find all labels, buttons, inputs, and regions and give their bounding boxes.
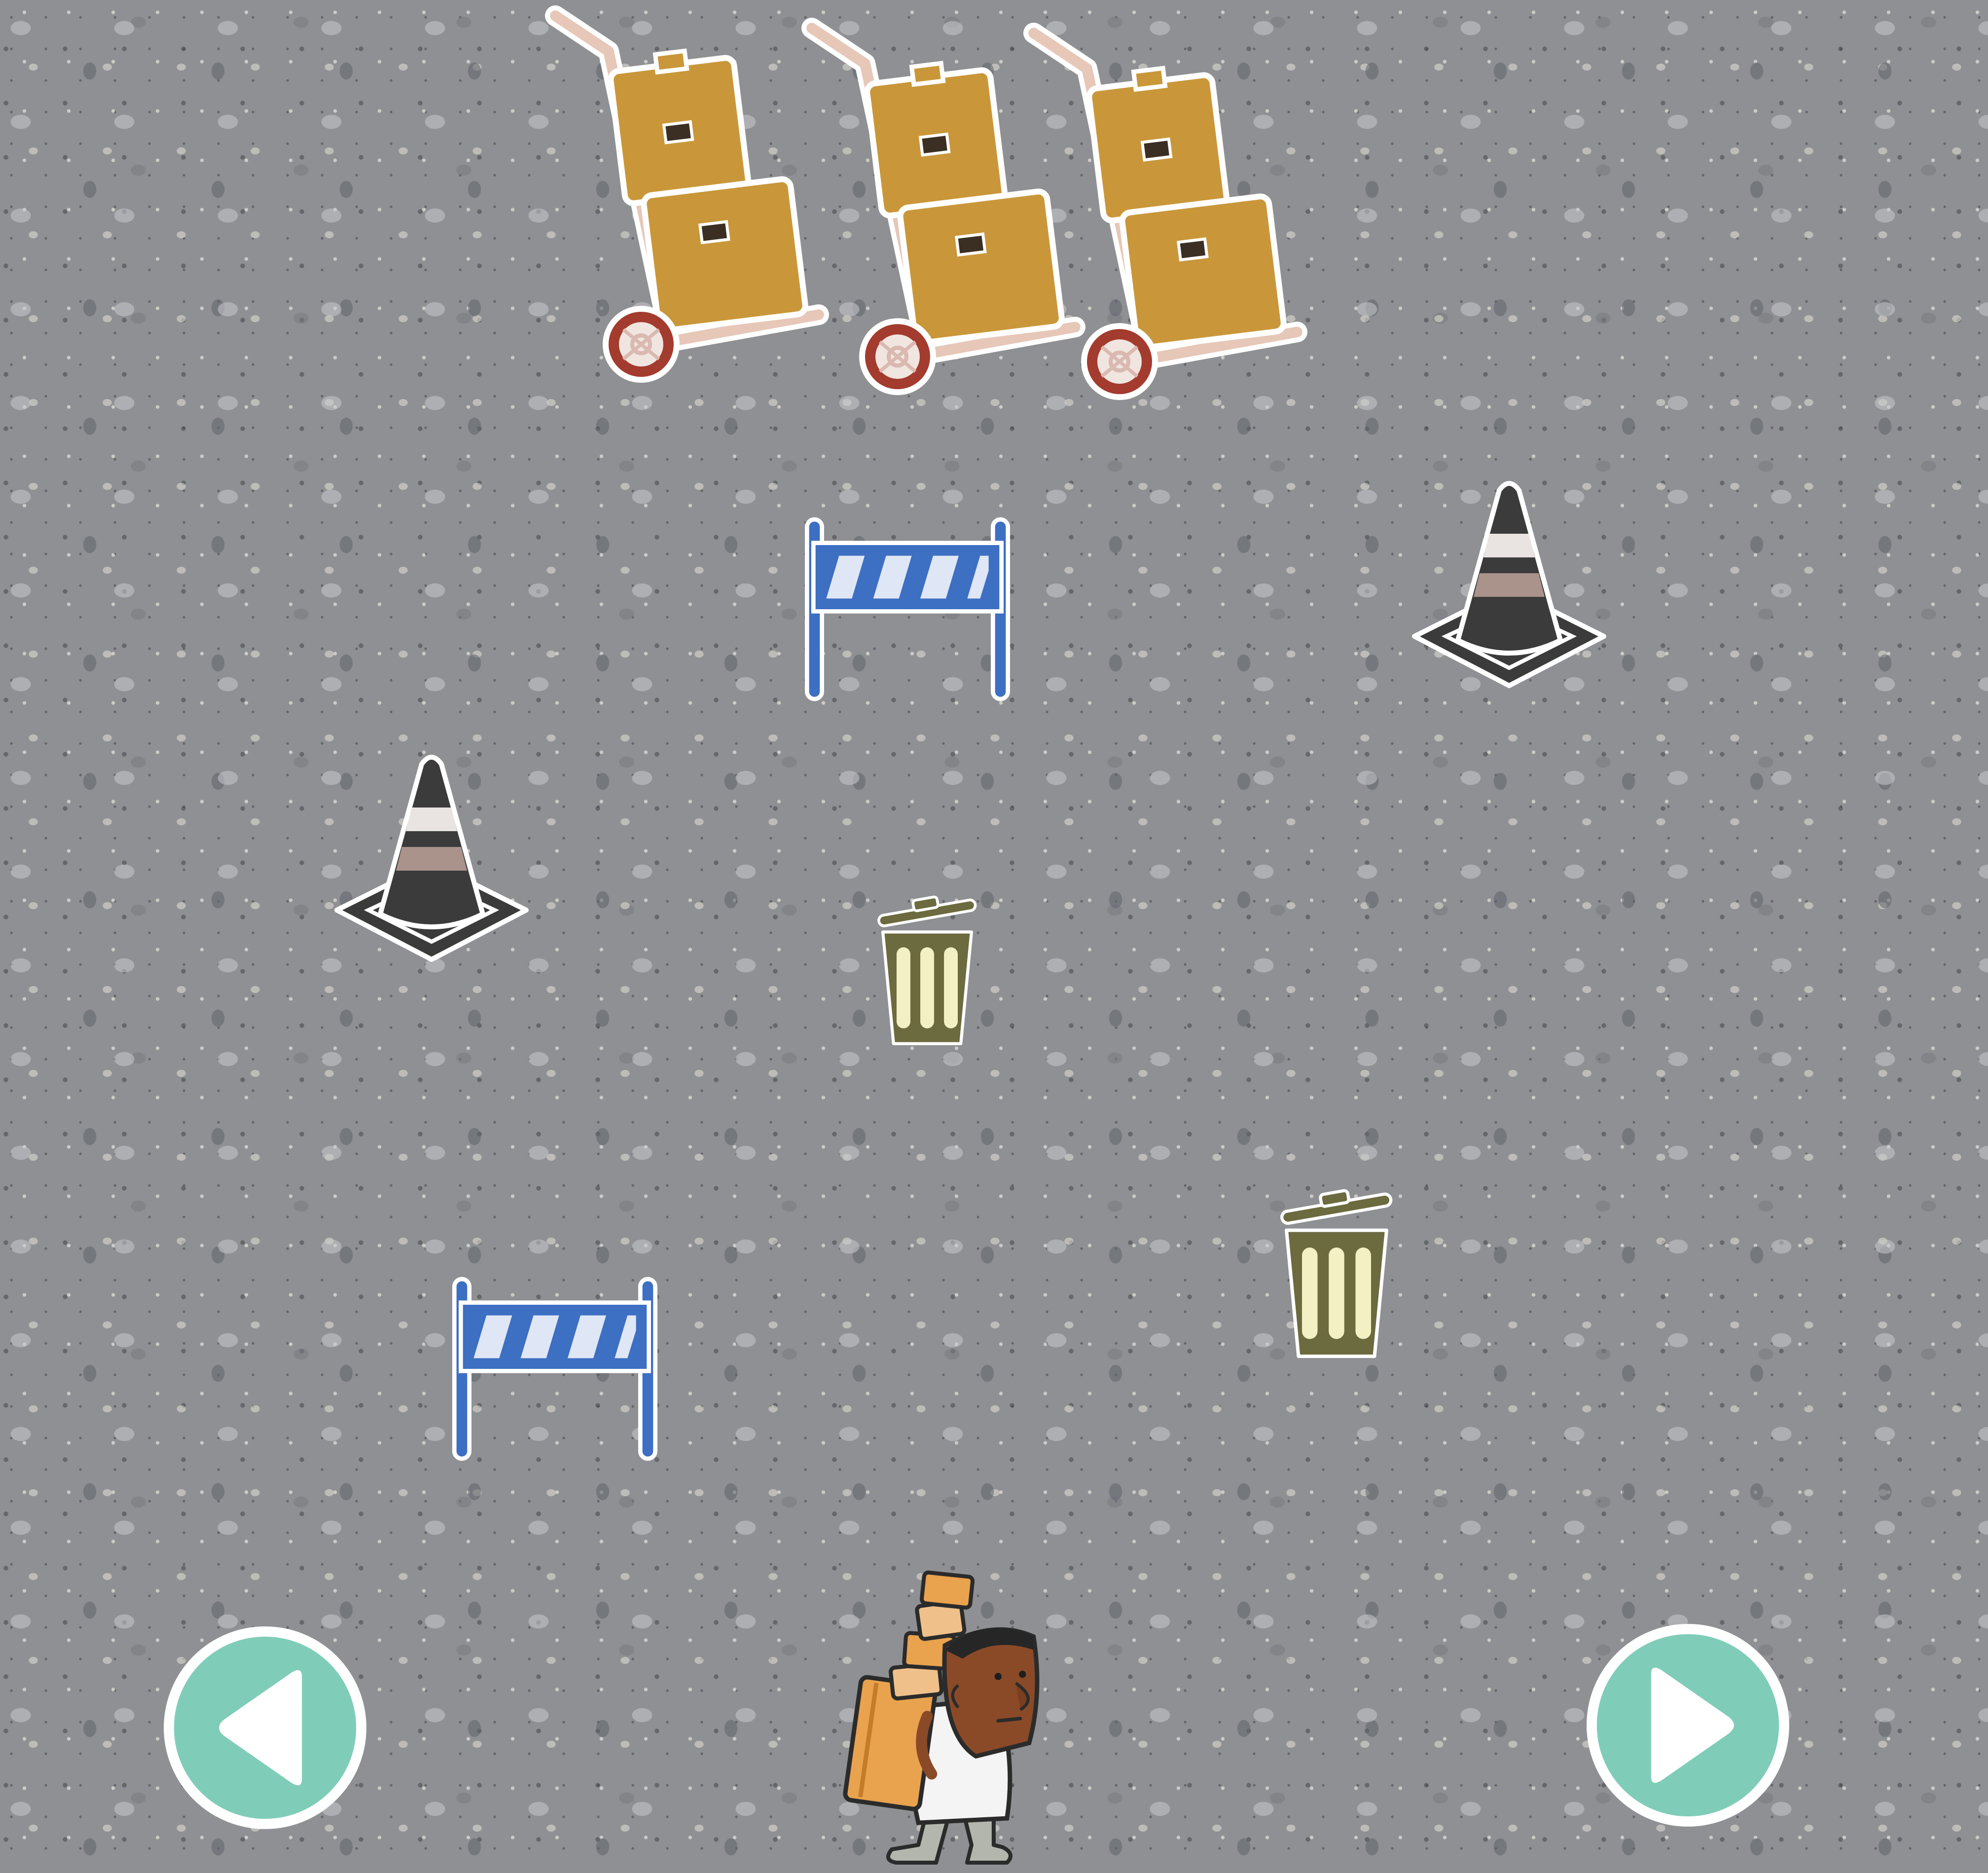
trash-can-icon [873, 895, 981, 1048]
move-right-button[interactable] [1586, 1623, 1790, 1828]
move-left-button[interactable] [163, 1625, 367, 1830]
game-scene [0, 0, 1988, 1873]
man-carrying-boxes-icon [838, 1561, 1060, 1867]
hand-truck-with-boxes-icon [1011, 23, 1317, 412]
right-arrow-icon [1587, 1624, 1789, 1827]
road-barrier-icon [446, 1273, 663, 1465]
road-barrier-icon [799, 513, 1016, 705]
left-arrow-icon [164, 1626, 366, 1829]
trash-can-icon [1275, 1189, 1398, 1361]
traffic-cone-icon [1408, 478, 1610, 696]
traffic-cone-icon [330, 752, 533, 969]
